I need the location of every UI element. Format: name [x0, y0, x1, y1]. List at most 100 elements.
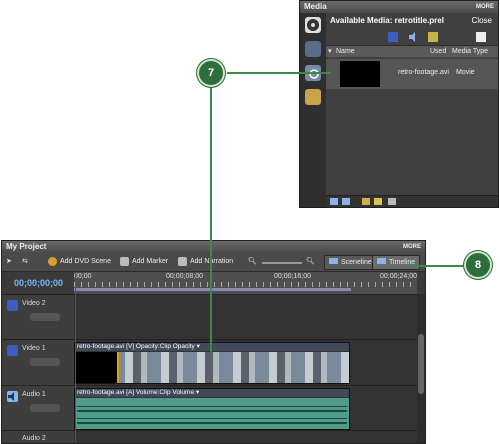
folder-icon[interactable]: [374, 198, 382, 205]
media-bottom-bar: [326, 195, 498, 207]
time-stretch-tool-icon[interactable]: ⇆: [22, 256, 28, 268]
waveform-line: [77, 410, 347, 412]
track-header: Video 2: [2, 295, 74, 339]
track-body: retro-footage.avi [A] Volume:Clip Volume…: [74, 386, 417, 430]
callout-7-line: [227, 72, 331, 74]
timeline-icon: [377, 258, 386, 264]
image-filter-icon[interactable]: [428, 32, 438, 42]
callout-8-line: [408, 265, 468, 267]
add-dvd-scene-button[interactable]: Add DVD Scene: [48, 256, 111, 268]
track-header: Video 1: [2, 340, 74, 385]
playhead[interactable]: [75, 272, 76, 443]
media-sidebar: [300, 13, 326, 207]
column-media-type[interactable]: Media Type: [452, 46, 488, 57]
audio-waveform: [75, 398, 349, 429]
new-item-icon[interactable]: [362, 198, 370, 205]
media-panel: Media MORE Available Media: retrotitle.p…: [299, 0, 499, 208]
callout-7: 7: [199, 61, 223, 85]
microphone-icon: [178, 256, 187, 266]
clip-start-frame: [75, 352, 119, 383]
clip-label[interactable]: retro-footage.avi [V] Opacity:Clip Opaci…: [75, 343, 349, 351]
track-header: Audio 1: [2, 386, 74, 430]
work-area-bar[interactable]: [74, 288, 351, 291]
ruler-label: 00;00;08;00: [166, 273, 203, 280]
sort-icon[interactable]: ▾: [328, 46, 332, 57]
ruler-label: 00;00;24;00: [380, 273, 417, 280]
timeline-toolbar: ➤ ⇆ Add DVD Scene Add Marker Add Narrati…: [2, 253, 425, 272]
zoom-slider[interactable]: [262, 262, 302, 264]
sceneline-icon: [329, 258, 338, 264]
current-timecode[interactable]: 00;00;00;00: [14, 278, 63, 288]
new-item-icon[interactable]: [476, 32, 486, 42]
video-clip[interactable]: retro-footage.avi [V] Opacity:Clip Opaci…: [74, 342, 350, 384]
audio-clip[interactable]: retro-footage.avi [A] Volume:Clip Volume…: [74, 388, 350, 430]
media-toolbar: [326, 29, 498, 46]
ruler-ticks: [74, 282, 417, 287]
ruler-label: 00;00: [74, 273, 92, 280]
video-track-icon[interactable]: [7, 300, 18, 311]
film-icon[interactable]: [305, 17, 321, 33]
add-marker-label: Add Marker: [132, 258, 169, 265]
track-body[interactable]: [74, 431, 417, 443]
available-media-label: Available Media: retrotitle.prel: [330, 16, 444, 25]
project-panel: My Project MORE ➤ ⇆ Add DVD Scene Add Ma…: [1, 240, 426, 444]
more-menu-button[interactable]: MORE: [476, 1, 494, 13]
project-panel-title: My Project: [6, 242, 47, 251]
track-name: Audio 1: [22, 391, 46, 398]
track-audio-1: Audio 1 retro-footage.avi [A] Volume:Cli…: [2, 386, 417, 431]
vertical-scrollbar[interactable]: [417, 294, 425, 443]
scene-icon[interactable]: [305, 41, 321, 57]
tab-timeline[interactable]: Timeline: [372, 255, 421, 270]
speaker-icon[interactable]: [7, 391, 18, 402]
media-file-name: retro-footage.avi: [398, 69, 449, 76]
media-content: Available Media: retrotitle.prel Close ▾…: [326, 13, 498, 207]
add-dvd-scene-label: Add DVD Scene: [60, 258, 111, 265]
time-ruler[interactable]: 00;00 00;00;08;00 00;00;16;00 00;00;24;0…: [74, 272, 417, 294]
track-name: Video 2: [22, 300, 46, 307]
zoom-out-icon[interactable]: 🔍︎: [248, 256, 257, 268]
sceneline-label: Sceneline: [341, 259, 372, 266]
track-header: Audio 2: [2, 431, 74, 443]
column-used[interactable]: Used: [430, 46, 446, 57]
zoom-in-icon[interactable]: 🔍︎: [306, 256, 315, 268]
waveform-line: [77, 422, 347, 424]
track-controls[interactable]: [30, 404, 60, 412]
video-track-icon[interactable]: [7, 345, 18, 356]
dvd-icon: [48, 256, 57, 266]
track-controls[interactable]: [30, 313, 60, 321]
track-name: Audio 2: [22, 435, 46, 442]
marker-icon: [120, 256, 129, 266]
ruler-area: 00;00;00;00 00;00 00;00;08;00 00;00;16;0…: [2, 272, 425, 295]
audio-filter-icon[interactable]: [408, 32, 418, 42]
selection-tool-icon[interactable]: ➤: [6, 256, 12, 268]
media-panel-title: Media: [304, 2, 327, 11]
track-audio-2: Audio 2: [2, 431, 417, 443]
titles-icon[interactable]: [305, 89, 321, 105]
video-thumbnails: [75, 352, 349, 383]
track-controls[interactable]: [30, 358, 60, 366]
track-name: Video 1: [22, 345, 46, 352]
callout-8: 8: [466, 253, 490, 277]
close-button[interactable]: Close: [472, 13, 492, 29]
track-body: retro-footage.avi [V] Opacity:Clip Opaci…: [74, 340, 417, 385]
tab-sceneline[interactable]: Sceneline: [324, 255, 377, 270]
media-file-type: Movie: [456, 69, 475, 76]
list-view-icon[interactable]: [330, 198, 338, 205]
list-item[interactable]: retro-footage.avi Movie: [326, 59, 498, 89]
add-marker-button[interactable]: Add Marker: [120, 256, 168, 268]
media-panel-titlebar: Media MORE: [300, 1, 498, 13]
scrollbar-thumb[interactable]: [418, 334, 424, 394]
ruler-label: 00;00;16;00: [274, 273, 311, 280]
waveform-line: [77, 406, 347, 407]
available-media-header: Available Media: retrotitle.prel Close: [326, 13, 498, 29]
clip-label[interactable]: retro-footage.avi [A] Volume:Clip Volume…: [75, 389, 349, 397]
more-menu-button[interactable]: MORE: [403, 241, 421, 253]
video-filter-icon[interactable]: [388, 32, 398, 42]
icon-view-icon[interactable]: [342, 198, 350, 205]
trash-icon[interactable]: [388, 198, 396, 205]
track-body[interactable]: [74, 295, 417, 339]
column-name[interactable]: Name: [336, 46, 355, 57]
clip-thumbnail: [340, 61, 380, 87]
add-narration-button[interactable]: Add Narration: [178, 256, 233, 268]
project-panel-titlebar: My Project MORE: [2, 241, 425, 253]
